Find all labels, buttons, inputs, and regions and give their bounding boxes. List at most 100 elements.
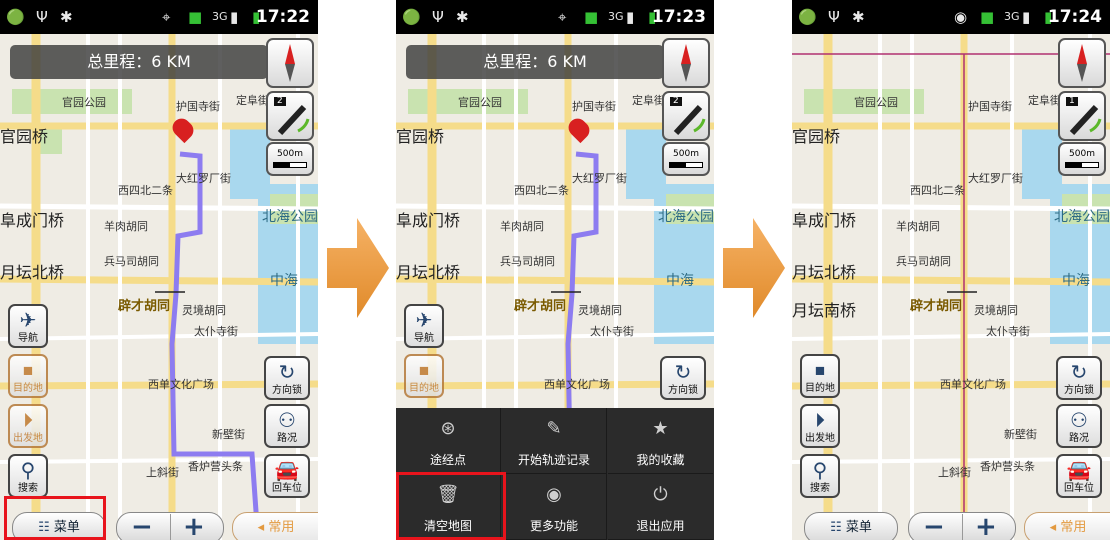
signal-icon: ▮ <box>1022 8 1031 26</box>
compass-needle-icon <box>681 44 691 82</box>
navigation-icon: ✈ <box>415 308 433 332</box>
menu-item-label: 途经点 <box>429 453 466 467</box>
label-zhonghai: 中海 <box>666 273 694 289</box>
signal-icon: ▮ <box>230 8 239 26</box>
destination-label: 目的地 <box>409 383 439 394</box>
car-icon: 🚘 <box>274 458 300 482</box>
label-bingma: 兵马司胡同 <box>500 255 555 268</box>
zoom-control: − + <box>908 512 1016 540</box>
traffic-button[interactable]: ⚇ 路况 <box>264 404 310 448</box>
highlight-box <box>396 472 506 540</box>
zoom-out-icon[interactable]: − <box>923 513 945 540</box>
scale-indicator: 500m <box>1058 142 1106 176</box>
zoom-out-icon[interactable]: − <box>131 513 153 540</box>
gps-button[interactable]: 2 <box>662 91 710 141</box>
odometer-bar: 总里程：6 KM <box>10 45 268 79</box>
search-button[interactable]: ⚲ 搜索 <box>8 454 48 498</box>
usb-icon: Ψ <box>36 8 48 26</box>
label-guanyuanqiao: 官园桥 <box>396 127 445 146</box>
gps-count: 1 <box>1069 96 1075 106</box>
label-xidan: 西单文化广场 <box>940 378 1006 391</box>
menu-item-track-record[interactable]: ✎ 开始轨迹记录 <box>502 408 607 474</box>
label-xinbi: 新壁街 <box>1004 428 1037 441</box>
screen-1: 🟢 Ψ ✱ ⌖ ■ 3G ▮ ▮ 17:22 官园桥 官园公园 护国寺街 定阜街… <box>0 0 318 540</box>
compass-needle-icon <box>1077 44 1087 82</box>
destination-icon: ⏹ <box>815 358 825 382</box>
label-shangxie: 上斜街 <box>938 466 971 479</box>
car-position-button[interactable]: 🚘 回车位 <box>264 454 310 498</box>
status-time: 17:22 <box>255 7 310 27</box>
zoom-in-icon[interactable]: + <box>975 513 997 540</box>
network-3g-icon: 3G <box>1004 10 1020 23</box>
destination-button[interactable]: ⏹ 目的地 <box>800 354 840 398</box>
menu-item-exit[interactable]: ⏻ 退出应用 <box>608 474 713 540</box>
start-point-button[interactable]: ⏵ 出发地 <box>800 404 840 448</box>
favorites-icon: ◂ <box>1049 520 1057 535</box>
start-point-button[interactable]: ⏵ 出发地 <box>8 404 48 448</box>
label-xisibei2: 西四北二条 <box>118 184 173 197</box>
compass-button[interactable] <box>1058 38 1106 88</box>
menu-item-favorites[interactable]: ★ 我的收藏 <box>608 408 713 474</box>
car-position-button[interactable]: 🚘 回车位 <box>1056 454 1102 498</box>
direction-lock-button[interactable]: ↻ 方向锁 <box>264 356 310 400</box>
label-xidan: 西单文化广场 <box>544 378 610 391</box>
label-guanyuanqiao: 官园桥 <box>792 127 841 146</box>
label-fuchengmen: 阜成门桥 <box>792 211 857 230</box>
label-guanyuan-park: 官园公园 <box>458 96 502 109</box>
label-bingma: 兵马司胡同 <box>896 255 951 268</box>
label-huguosi: 护国寺街 <box>176 100 220 113</box>
favorites-button[interactable]: ◂ 常用 <box>1024 512 1110 540</box>
label-zhonghai: 中海 <box>1062 273 1090 289</box>
network-3g-icon: 3G <box>212 10 228 23</box>
gps-satellite-icon <box>1066 97 1102 136</box>
gps-status-icon: ⌖ <box>162 8 171 26</box>
direction-lock-button[interactable]: ↻ 方向锁 <box>660 356 706 400</box>
navigation-button[interactable]: ✈ 导航 <box>8 304 48 348</box>
compass-button[interactable] <box>662 38 710 88</box>
scale-indicator: 500m <box>266 142 314 176</box>
traffic-button[interactable]: ⚇ 路况 <box>1056 404 1102 448</box>
destination-button[interactable]: ⏹ 目的地 <box>8 354 48 398</box>
signal-icon: ▮ <box>626 8 635 26</box>
menu-item-label: 我的收藏 <box>636 453 685 467</box>
label-dingfu: 定阜街 <box>236 94 269 107</box>
compass-button[interactable] <box>266 38 314 88</box>
search-button[interactable]: ⚲ 搜索 <box>800 454 840 498</box>
menu-button[interactable]: ☷ 菜单 <box>804 512 898 540</box>
map-view[interactable]: 官园桥 官园公园 护国寺街 定阜街 西四北二条 大红罗厂街 北海公园 阜成门桥 … <box>792 34 1110 540</box>
flow-arrow-icon <box>327 218 389 318</box>
label-guanyuanqiao: 官园桥 <box>0 127 49 146</box>
scale-label: 500m <box>277 149 303 159</box>
label-guanyuan-park: 官园公园 <box>62 96 106 109</box>
usb-icon: Ψ <box>432 8 444 26</box>
gps-button[interactable]: 2 <box>266 91 314 141</box>
search-icon: ⚲ <box>812 458 828 482</box>
scale-label: 500m <box>1069 149 1095 159</box>
label-bingma: 兵马司胡同 <box>104 255 159 268</box>
label-fuchengmen: 阜成门桥 <box>0 211 65 230</box>
menu-item-more[interactable]: ◉ 更多功能 <box>502 474 607 540</box>
menu-item-label: 退出应用 <box>636 519 685 533</box>
navigation-button[interactable]: ✈ 导航 <box>404 304 444 348</box>
favorites-label: 常用 <box>268 520 295 535</box>
destination-button[interactable]: ⏹ 目的地 <box>404 354 444 398</box>
direction-lock-icon: ↻ <box>674 360 692 384</box>
direction-lock-button[interactable]: ↻ 方向锁 <box>1056 356 1102 400</box>
debug-icon: ✱ <box>60 8 73 26</box>
destination-label: 目的地 <box>805 383 835 394</box>
flow-arrow-icon <box>723 218 785 318</box>
zoom-in-icon[interactable]: + <box>183 513 205 540</box>
favorites-button[interactable]: ◂ 常用 <box>232 512 318 540</box>
label-yuetan-n: 月坛北桥 <box>396 263 461 282</box>
label-beihai: 北海公园 <box>1054 209 1110 225</box>
gps-button[interactable]: 1 <box>1058 91 1106 141</box>
menu-item-waypoint[interactable]: ⊛ 途经点 <box>396 408 501 474</box>
usb-icon: Ψ <box>828 8 840 26</box>
map-view[interactable]: 官园桥 官园公园 护国寺街 定阜街 西四北二条 大红罗厂街 北海公园 阜成门桥 … <box>0 34 318 540</box>
zoom-divider <box>170 514 171 540</box>
search-label: 搜索 <box>810 483 830 494</box>
search-icon: ⚲ <box>20 458 36 482</box>
label-xidan: 西单文化广场 <box>148 378 214 391</box>
traffic-icon: ⚇ <box>278 408 296 432</box>
menu-label: 菜单 <box>845 520 872 535</box>
